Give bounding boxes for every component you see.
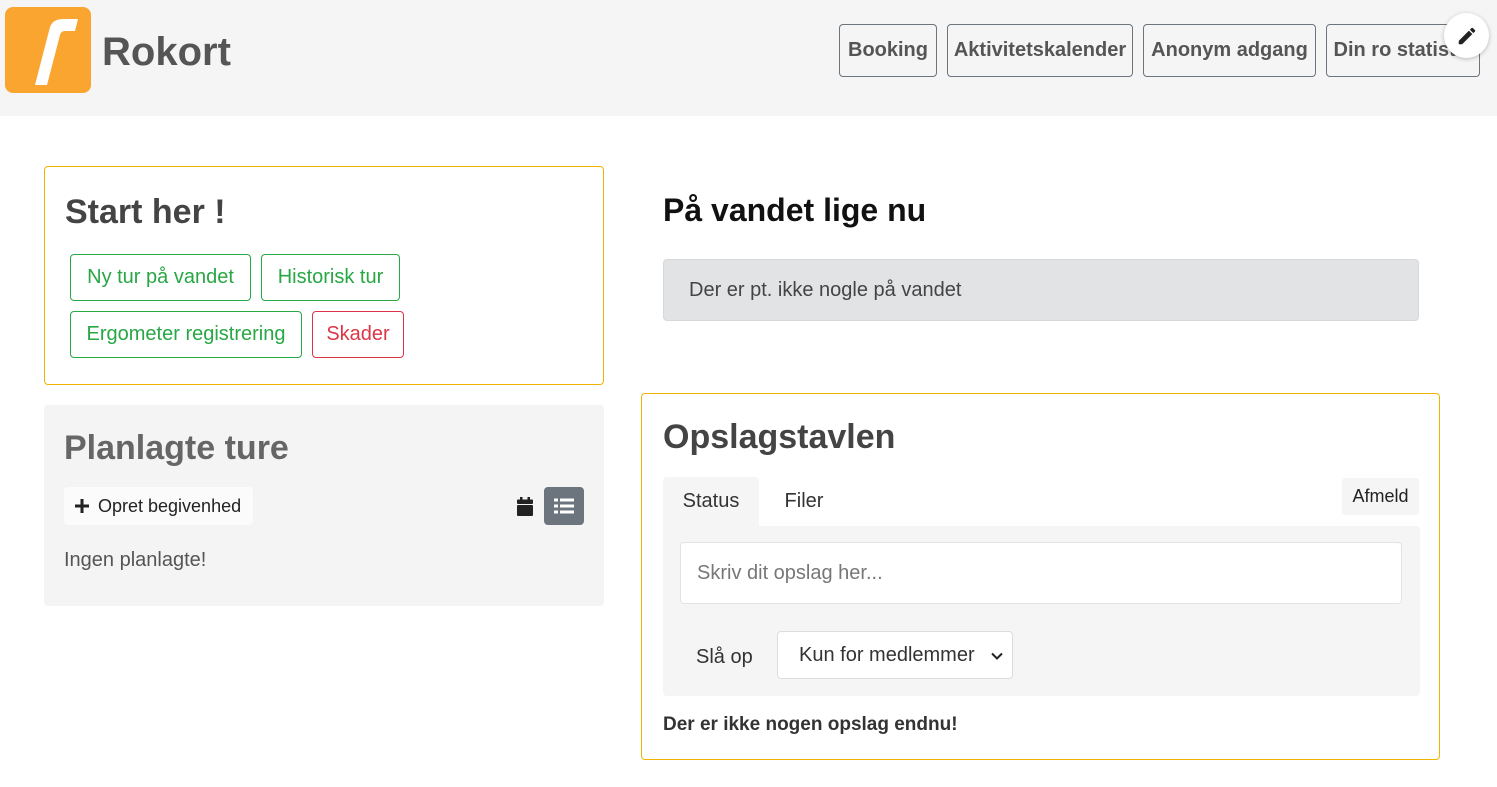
on-water-status: Der er pt. ikke nogle på vandet bbox=[663, 259, 1419, 321]
post-audience-label: Slå op bbox=[696, 646, 753, 668]
historic-trip-button[interactable]: Historisk tur bbox=[261, 254, 400, 301]
edit-button[interactable] bbox=[1444, 13, 1489, 58]
chevron-down-icon bbox=[991, 652, 1003, 660]
rokort-logo[interactable] bbox=[5, 7, 91, 93]
no-planned-trips-text: Ingen planlagte! bbox=[64, 549, 207, 571]
app-title: Rokort bbox=[102, 30, 231, 74]
status-tab-panel: Slå op Kun for medlemmer bbox=[663, 526, 1420, 696]
create-event-button[interactable]: Opret begivenhed bbox=[64, 487, 254, 525]
list-view-button[interactable] bbox=[544, 487, 584, 525]
no-posts-text: Der er ikke nogen opslag endnu! bbox=[663, 714, 958, 735]
ergometer-registration-button[interactable]: Ergometer registrering bbox=[70, 311, 302, 358]
on-water-title: På vandet lige nu bbox=[663, 192, 927, 228]
start-card: Start her ! Ny tur på vandet Historisk t… bbox=[44, 166, 604, 385]
unsubscribe-button[interactable]: Afmeld bbox=[1342, 478, 1419, 515]
audience-select[interactable]: Kun for medlemmer bbox=[777, 631, 1013, 679]
calendar-view-button[interactable] bbox=[516, 497, 536, 517]
calendar-icon bbox=[517, 497, 533, 516]
pencil-icon bbox=[1458, 27, 1475, 44]
on-water-status-text: Der er pt. ikke nogle på vandet bbox=[689, 278, 962, 301]
rokort-logo-icon bbox=[35, 19, 78, 85]
post-input[interactable] bbox=[680, 542, 1402, 604]
plus-icon bbox=[75, 499, 89, 513]
damages-button[interactable]: Skader bbox=[312, 311, 404, 358]
top-header: Rokort Booking Aktivitetskalender Anonym… bbox=[0, 0, 1497, 116]
list-icon bbox=[554, 498, 574, 514]
start-card-title: Start her ! bbox=[65, 193, 226, 231]
nav-activity-calendar-button[interactable]: Aktivitetskalender bbox=[947, 24, 1133, 77]
notice-board-card: Opslagstavlen Status Filer Afmeld Slå op… bbox=[641, 393, 1440, 760]
planned-trips-title: Planlagte ture bbox=[64, 429, 289, 467]
create-event-label: Opret begivenhed bbox=[98, 495, 242, 516]
nav-anonymous-access-button[interactable]: Anonym adgang bbox=[1143, 24, 1316, 77]
notice-board-title: Opslagstavlen bbox=[663, 418, 896, 456]
new-trip-button[interactable]: Ny tur på vandet bbox=[70, 254, 251, 301]
tab-files[interactable]: Filer bbox=[766, 477, 842, 526]
planned-trips-card: Planlagte ture Opret begivenhed Ingen pl… bbox=[44, 405, 604, 606]
nav-booking-button[interactable]: Booking bbox=[839, 24, 937, 77]
audience-select-value: Kun for medlemmer bbox=[799, 643, 975, 666]
tab-status[interactable]: Status bbox=[663, 477, 759, 526]
